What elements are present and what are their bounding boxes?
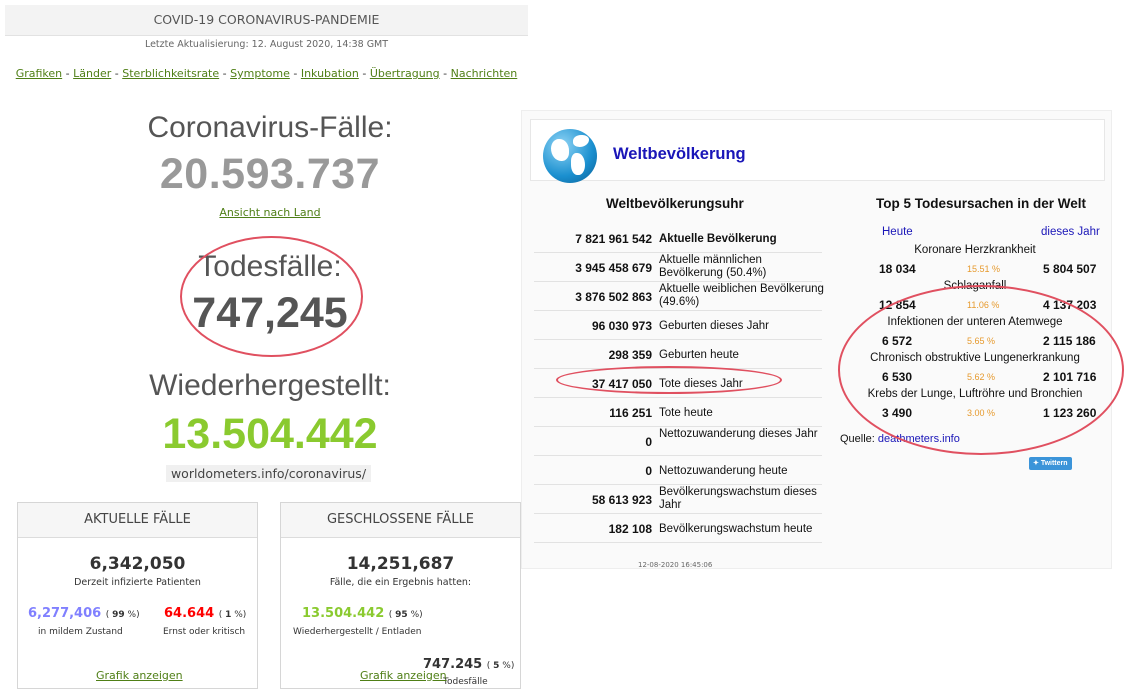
nav-separator: - <box>362 67 367 80</box>
nav-link-sterblichkeitsrate[interactable]: Sterblichkeitsrate <box>122 67 219 80</box>
clock-value: 7 821 961 542 <box>575 232 652 246</box>
cause-year: 5 804 507 <box>1043 262 1097 276</box>
nav-separator: - <box>114 67 119 80</box>
closed-recovered-value: 13.504.442 <box>302 606 385 621</box>
world-header: Weltbevölkerung <box>530 119 1105 183</box>
clock-label: Geburten heute <box>659 349 739 361</box>
nav-link-uebertragung[interactable]: Übertragung <box>370 67 440 80</box>
clock-value: 298 359 <box>608 348 652 362</box>
clock-row: 3 945 458 679 Aktuelle männlichen Bevölke… <box>534 253 822 282</box>
clock-value: 3 876 502 863 <box>575 290 652 304</box>
nav-separator: - <box>222 67 227 80</box>
page-title: COVID-19 CORONAVIRUS-PANDEMIE <box>153 12 380 27</box>
active-cases-chart-link[interactable]: Grafik anzeigen <box>96 669 183 682</box>
closed-cases-total: 14,251,687 <box>346 554 455 574</box>
deaths-annotation-circle <box>180 236 363 357</box>
twitter-icon: ✦ <box>1033 460 1039 467</box>
nav-link-symptome[interactable]: Symptome <box>230 67 290 80</box>
clock-title: Weltbevölkerungsuhr <box>606 196 744 211</box>
clock-row: 182 108 Bevölkerungswachstum heute <box>534 514 822 543</box>
mild-pct: 99 <box>112 610 125 620</box>
causes-title: Top 5 Todesursachen in der Welt <box>876 196 1087 211</box>
mild-cases: 6,277,406 ( 99 %) <box>28 606 140 621</box>
clock-row: 298 359 Geburten heute <box>534 340 822 369</box>
deaths-year-annotation-circle <box>556 366 782 394</box>
closed-cases-card: GESCHLOSSENE FÄLLE 14,251,687 Fälle, die… <box>280 502 521 689</box>
active-cases-title: AKTUELLE FÄLLE <box>18 503 257 538</box>
clock-value: 96 030 973 <box>591 319 652 333</box>
source-label: Quelle: <box>840 433 875 445</box>
cause-name: Koronare Herzkrankheit <box>914 244 1036 256</box>
clock-value: 0 <box>645 464 652 478</box>
cases-value: 20.593.737 <box>159 150 381 198</box>
clock-label: Aktuelle Bevölkerung <box>659 233 777 245</box>
critical-cases: 64.644 ( 1 %) <box>164 606 247 621</box>
clock-label: Aktuelle weiblichen Bevölkerung (49.6%) <box>659 283 824 308</box>
col-year: dieses Jahr <box>1041 226 1100 238</box>
cases-label: Coronavirus-Fälle: <box>147 111 393 144</box>
clock-value: 182 108 <box>608 522 652 536</box>
source-url: worldometers.info/coronavirus/ <box>166 465 371 482</box>
closed-recovered: 13.504.442 ( 95 %) <box>302 606 423 621</box>
clock-row: 0 Nettozuwanderung dieses Jahr <box>534 427 822 456</box>
clock-row: 116 251 Tote heute <box>534 398 822 427</box>
clock-label: Bevölkerungswachstum dieses Jahr <box>659 486 817 511</box>
twitter-label: Twittern <box>1040 460 1068 467</box>
clock-value: 0 <box>645 435 652 449</box>
page-header: COVID-19 CORONAVIRUS-PANDEMIE <box>5 5 528 36</box>
nav-links: Grafiken - Länder - Sterblichkeitsrate -… <box>5 67 528 80</box>
clock-row: 0 Nettozuwanderung heute <box>534 456 822 485</box>
clock-value: 116 251 <box>609 406 652 420</box>
clock-label: Tote heute <box>659 407 713 419</box>
clock-label: Aktuelle männlichen Bevölkerung (50.4%) <box>659 254 767 279</box>
world-title: Weltbevölkerung <box>613 145 746 163</box>
recovered-label: Wiederhergestellt: <box>149 369 391 402</box>
cause-today: 18 034 <box>879 262 916 276</box>
clock-row: 58 613 923 Bevölkerungswachstum dieses Ja… <box>534 485 822 514</box>
mild-label: in mildem Zustand <box>38 627 123 637</box>
nav-separator: - <box>443 67 448 80</box>
closed-recovered-pct: 95 <box>395 610 408 620</box>
clock-value: 3 945 458 679 <box>575 261 652 275</box>
mild-value: 6,277,406 <box>28 606 102 621</box>
nav-separator: - <box>65 67 70 80</box>
closed-cases-total-label: Fälle, die ein Ergebnis hatten: <box>329 577 472 588</box>
clock-label: Nettozuwanderung dieses Jahr <box>659 428 818 440</box>
critical-pct: 1 <box>225 610 232 620</box>
clock-label: Bevölkerungswachstum heute <box>659 523 813 535</box>
closed-recovered-label: Wiederhergestellt / Entladen <box>293 627 422 637</box>
nav-link-grafiken[interactable]: Grafiken <box>16 67 62 80</box>
clock-value: 58 613 923 <box>591 493 652 507</box>
clock-timestamp: 12-08-2020 16:45:06 <box>638 561 713 569</box>
nav-link-inkubation[interactable]: Inkubation <box>301 67 359 80</box>
clock-label: Nettozuwanderung heute <box>659 465 788 477</box>
causes-annotation-circle <box>838 285 1124 455</box>
by-country-link[interactable]: Ansicht nach Land <box>219 206 320 219</box>
last-updated: Letzte Aktualisierung: 12. August 2020, … <box>144 39 389 50</box>
cause-pct: 15.51 % <box>967 264 1001 274</box>
globe-icon <box>543 129 597 183</box>
active-cases-total-label: Derzeit infizierte Patienten <box>74 577 201 588</box>
clock-row: 7 821 961 542 Aktuelle Bevölkerung <box>534 225 822 253</box>
active-cases-total: 6,342,050 <box>89 554 186 574</box>
clock-row: 3 876 502 863 Aktuelle weiblichen Bevölke… <box>534 282 824 311</box>
col-today: Heute <box>882 226 913 238</box>
nav-link-laender[interactable]: Länder <box>73 67 111 80</box>
nav-link-nachrichten[interactable]: Nachrichten <box>451 67 518 80</box>
closed-cases-chart-link[interactable]: Grafik anzeigen <box>360 669 447 682</box>
active-cases-card: AKTUELLE FÄLLE 6,342,050 Derzeit infizie… <box>17 502 258 689</box>
by-country-link-wrap: Ansicht nach Land <box>0 206 540 219</box>
critical-label: Ernst oder kritisch <box>163 627 246 637</box>
nav-separator: - <box>293 67 298 80</box>
twitter-button[interactable]: ✦ Twittern <box>1029 457 1072 470</box>
recovered-value: 13.504.442 <box>162 410 378 458</box>
closed-cases-title: GESCHLOSSENE FÄLLE <box>281 503 520 538</box>
closed-deaths-label: Todesfälle <box>443 677 488 687</box>
clock-row: 96 030 973 Geburten dieses Jahr <box>534 311 822 340</box>
closed-deaths-pct: 5 <box>493 661 500 671</box>
clock-label: Geburten dieses Jahr <box>659 320 769 332</box>
critical-value: 64.644 <box>164 606 215 621</box>
